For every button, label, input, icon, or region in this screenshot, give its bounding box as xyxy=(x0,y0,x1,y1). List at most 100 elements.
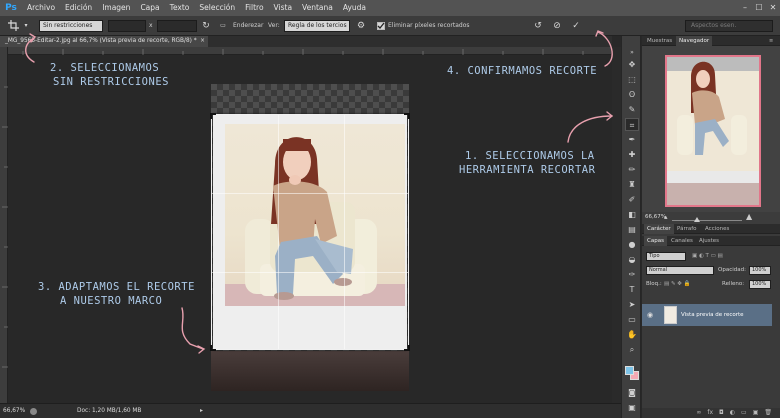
straighten-label[interactable]: Enderezar xyxy=(233,20,263,32)
status-zoom[interactable]: 66,67% xyxy=(3,404,25,418)
menu-ayuda[interactable]: Ayuda xyxy=(338,0,371,16)
tool-preset-dropdown[interactable]: ▾ xyxy=(22,20,30,32)
menu-imagen[interactable]: Imagen xyxy=(97,0,135,16)
layer-name[interactable]: Vista previa de recorte xyxy=(681,304,744,326)
layer-mask-icon[interactable]: ◘ xyxy=(719,408,724,418)
navigator-tabs: Muestras Navegador ≡ xyxy=(642,36,780,46)
marquee-tool-icon[interactable]: ⬚ xyxy=(625,73,639,86)
delete-pixels-checkbox[interactable] xyxy=(377,22,385,30)
navigator-zoom-value[interactable]: 66,67% xyxy=(645,212,666,222)
height-field[interactable] xyxy=(157,20,197,32)
commit-check-icon[interactable]: ✓ xyxy=(569,20,583,32)
minimize-button[interactable]: – xyxy=(738,0,752,16)
layer-style-icon[interactable]: fx xyxy=(707,408,713,418)
group-icon[interactable]: ▭ xyxy=(741,408,747,418)
navigator-view[interactable] xyxy=(642,46,780,212)
maximize-button[interactable]: ☐ xyxy=(752,0,766,16)
width-field[interactable] xyxy=(108,20,146,32)
tab-capas[interactable]: Capas xyxy=(644,236,667,246)
document-canvas[interactable] xyxy=(9,56,612,403)
tab-caracter[interactable]: Carácter xyxy=(644,224,674,234)
zoom-tool-icon[interactable]: ⌕ xyxy=(625,343,639,356)
layers-panel: Tipo ▣ ◐ T ▭ ▤ Normal Opacidad: 100% Blo… xyxy=(642,248,780,418)
crop-tool-icon[interactable]: ⌗ xyxy=(625,118,639,131)
tab-navegador[interactable]: Navegador xyxy=(676,36,713,46)
menu-archivo[interactable]: Archivo xyxy=(22,0,60,16)
opacity-field[interactable]: 100% xyxy=(749,266,771,275)
tab-canales[interactable]: Canales xyxy=(668,236,696,246)
navigator-zoom-slider[interactable] xyxy=(672,220,742,221)
tab-acciones[interactable]: Acciones xyxy=(702,224,732,234)
clone-stamp-tool-icon[interactable]: ♜ xyxy=(625,178,639,191)
crop-handle-top-right[interactable] xyxy=(404,113,410,119)
swap-icon[interactable]: ↻ xyxy=(200,20,212,32)
menu-seleccion[interactable]: Selección xyxy=(194,0,240,16)
new-layer-icon[interactable]: ▣ xyxy=(753,408,759,418)
zoom-in-icon[interactable]: ▲ xyxy=(746,212,752,222)
document-tab[interactable]: _MG_9563-Editar-2.jpg al 66,7% (Vista pr… xyxy=(0,36,208,47)
path-selection-tool-icon[interactable]: ➤ xyxy=(625,298,639,311)
thirds-grid-line-v2 xyxy=(344,115,345,349)
close-icon[interactable]: × xyxy=(200,36,205,47)
eyedropper-tool-icon[interactable]: ✒ xyxy=(625,133,639,146)
lock-icons[interactable]: ▤ ✎ ✥ 🔒 xyxy=(664,280,691,289)
crop-bounding-box[interactable] xyxy=(210,113,410,351)
status-info-icon[interactable] xyxy=(30,408,37,415)
crop-icon[interactable] xyxy=(6,20,20,32)
blur-tool-icon[interactable]: ● xyxy=(625,238,639,251)
view-select[interactable]: Regla de los tercios xyxy=(284,20,350,32)
straighten-icon[interactable]: ▭ xyxy=(216,20,230,32)
zoom-out-icon[interactable]: ▴ xyxy=(664,212,668,222)
quick-mask-icon[interactable]: ◙ xyxy=(625,386,639,399)
pen-tool-icon[interactable]: ✑ xyxy=(625,268,639,281)
type-tool-icon[interactable]: T xyxy=(625,283,639,296)
link-layers-icon[interactable]: ∞ xyxy=(696,408,701,418)
screen-mode-icon[interactable]: ▣ xyxy=(625,401,639,414)
menu-ventana[interactable]: Ventana xyxy=(297,0,338,16)
gear-icon[interactable]: ⚙ xyxy=(355,20,367,32)
menu-filtro[interactable]: Filtro xyxy=(240,0,268,16)
dodge-tool-icon[interactable]: ◒ xyxy=(625,253,639,266)
document-tab-strip: _MG_9563-Editar-2.jpg al 66,7% (Vista pr… xyxy=(0,36,612,47)
gradient-tool-icon[interactable]: ▤ xyxy=(625,223,639,236)
menu-capa[interactable]: Capa xyxy=(135,0,164,16)
brush-tool-icon[interactable]: ✏ xyxy=(625,163,639,176)
fill-field[interactable]: 100% xyxy=(749,280,771,289)
menu-vista[interactable]: Vista xyxy=(269,0,298,16)
close-button[interactable]: ✕ xyxy=(766,0,780,16)
menu-edicion[interactable]: Edición xyxy=(60,0,97,16)
move-tool-icon[interactable]: ✥ xyxy=(625,58,639,71)
panel-menu-icon[interactable]: ≡ xyxy=(766,36,776,46)
workspace-search[interactable]: Aspectos esen. xyxy=(685,20,773,32)
blend-mode-select[interactable]: Normal xyxy=(646,266,714,275)
hand-tool-icon[interactable]: ✋ xyxy=(625,328,639,341)
crop-handle-bottom-right[interactable] xyxy=(404,345,410,351)
tab-parrafo[interactable]: Párrafo xyxy=(674,224,700,234)
status-menu-arrow-icon[interactable]: ▸ xyxy=(200,404,203,418)
navigator-thumbnail[interactable] xyxy=(665,55,761,207)
fill-label: Relleno: xyxy=(722,281,745,287)
navigator-zoom-knob[interactable] xyxy=(694,217,700,222)
trash-icon[interactable]: 🗑 xyxy=(764,408,772,418)
layer-kind-select[interactable]: Tipo xyxy=(646,252,686,261)
quick-selection-tool-icon[interactable]: ✎ xyxy=(625,103,639,116)
annotation-step3-line1: 3. ADAPTAMOS EL RECORTE xyxy=(38,281,195,293)
cancel-icon[interactable]: ⊘ xyxy=(550,20,564,32)
adjustment-layer-icon[interactable]: ◐ xyxy=(730,408,735,418)
lasso-tool-icon[interactable]: ʘ xyxy=(625,88,639,101)
layer-row[interactable]: ◉ Vista previa de recorte xyxy=(642,304,772,326)
eraser-tool-icon[interactable]: ◧ xyxy=(625,208,639,221)
eye-icon[interactable]: ◉ xyxy=(647,304,653,326)
tab-ajustes[interactable]: Ajustes xyxy=(696,236,722,246)
healing-brush-tool-icon[interactable]: ✚ xyxy=(625,148,639,161)
crop-handle-top-left[interactable] xyxy=(210,113,216,119)
history-brush-tool-icon[interactable]: ✐ xyxy=(625,193,639,206)
tab-muestras[interactable]: Muestras xyxy=(644,36,675,46)
ratio-select[interactable]: Sin restricciones xyxy=(39,20,103,32)
shape-tool-icon[interactable]: ▭ xyxy=(625,313,639,326)
crop-handle-bottom-left[interactable] xyxy=(210,345,216,351)
menu-texto[interactable]: Texto xyxy=(165,0,195,16)
reset-icon[interactable]: ↺ xyxy=(531,20,545,32)
foreground-color-swatch[interactable] xyxy=(625,366,634,375)
layer-filter-icons[interactable]: ▣ ◐ T ▭ ▤ xyxy=(692,252,723,261)
